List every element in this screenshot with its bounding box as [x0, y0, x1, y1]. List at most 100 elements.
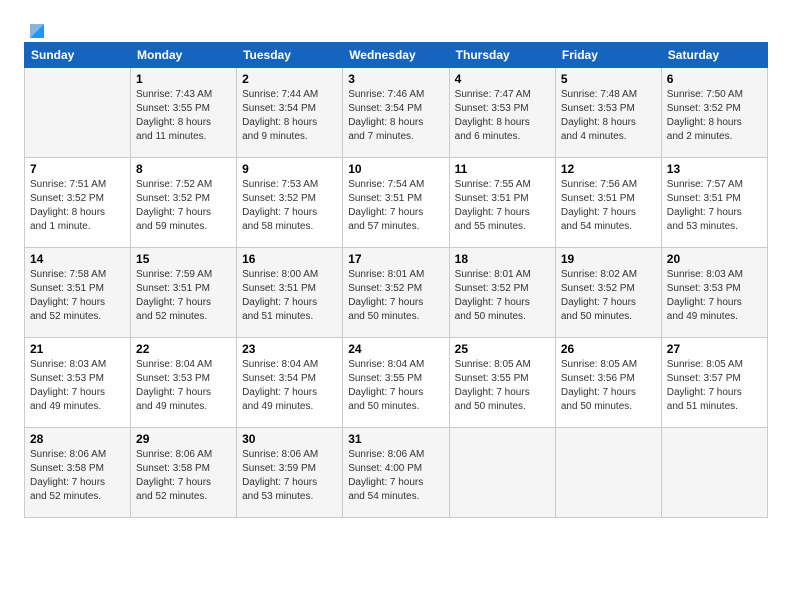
- day-info: Sunrise: 8:06 AM Sunset: 4:00 PM Dayligh…: [348, 448, 443, 504]
- day-cell: 26 Sunrise: 8:05 AM Sunset: 3:56 PM Dayli…: [555, 338, 661, 428]
- day-cell: 27Sunrise: 8:05 AM Sunset: 3:57 PM Dayli…: [661, 338, 767, 428]
- day-info: Sunrise: 7:48 AM Sunset: 3:53 PM Dayligh…: [561, 88, 656, 144]
- day-info: Sunrise: 7:51 AM Sunset: 3:52 PM Dayligh…: [30, 178, 125, 234]
- day-cell: 12Sunrise: 7:56 AM Sunset: 3:51 PM Dayli…: [555, 158, 661, 248]
- day-cell: 16 Sunrise: 8:00 AM Sunset: 3:51 PM Dayli…: [237, 248, 343, 338]
- day-number: 29: [136, 432, 231, 446]
- day-number: 18: [455, 252, 550, 266]
- day-number: 4: [455, 72, 550, 86]
- day-cell: [555, 428, 661, 518]
- day-info: Sunrise: 8:05 AM Sunset: 3:56 PM Dayligh…: [561, 358, 656, 414]
- day-info: Sunrise: 8:00 AM Sunset: 3:51 PM Dayligh…: [242, 268, 337, 324]
- day-number: 24: [348, 342, 443, 356]
- day-cell: 5 Sunrise: 7:48 AM Sunset: 3:53 PM Daylig…: [555, 68, 661, 158]
- day-number: 22: [136, 342, 231, 356]
- header-thursday: Thursday: [449, 43, 555, 68]
- day-number: 26: [561, 342, 656, 356]
- day-number: 10: [348, 162, 443, 176]
- day-cell: 13Sunrise: 7:57 AM Sunset: 3:51 PM Dayli…: [661, 158, 767, 248]
- day-number: 21: [30, 342, 125, 356]
- day-cell: 14Sunrise: 7:58 AM Sunset: 3:51 PM Dayli…: [25, 248, 131, 338]
- week-row-3: 14Sunrise: 7:58 AM Sunset: 3:51 PM Dayli…: [25, 248, 768, 338]
- day-info: Sunrise: 8:06 AM Sunset: 3:59 PM Dayligh…: [242, 448, 337, 504]
- day-cell: 3Sunrise: 7:46 AM Sunset: 3:54 PM Daylig…: [343, 68, 449, 158]
- day-number: 23: [242, 342, 337, 356]
- day-info: Sunrise: 7:44 AM Sunset: 3:54 PM Dayligh…: [242, 88, 337, 144]
- day-cell: 4 Sunrise: 7:47 AM Sunset: 3:53 PM Daylig…: [449, 68, 555, 158]
- day-cell: 8Sunrise: 7:52 AM Sunset: 3:52 PM Daylig…: [131, 158, 237, 248]
- day-info: Sunrise: 7:54 AM Sunset: 3:51 PM Dayligh…: [348, 178, 443, 234]
- day-cell: 20 Sunrise: 8:03 AM Sunset: 3:53 PM Dayli…: [661, 248, 767, 338]
- day-info: Sunrise: 8:06 AM Sunset: 3:58 PM Dayligh…: [30, 448, 125, 504]
- day-info: Sunrise: 7:59 AM Sunset: 3:51 PM Dayligh…: [136, 268, 231, 324]
- day-cell: 21 Sunrise: 8:03 AM Sunset: 3:53 PM Dayli…: [25, 338, 131, 428]
- day-number: 9: [242, 162, 337, 176]
- day-cell: 29 Sunrise: 8:06 AM Sunset: 3:58 PM Dayli…: [131, 428, 237, 518]
- logo-icon: [26, 20, 48, 38]
- week-row-5: 28 Sunrise: 8:06 AM Sunset: 3:58 PM Dayli…: [25, 428, 768, 518]
- day-cell: 17 Sunrise: 8:01 AM Sunset: 3:52 PM Dayli…: [343, 248, 449, 338]
- day-info: Sunrise: 8:04 AM Sunset: 3:55 PM Dayligh…: [348, 358, 443, 414]
- day-cell: 2Sunrise: 7:44 AM Sunset: 3:54 PM Daylig…: [237, 68, 343, 158]
- day-info: Sunrise: 7:47 AM Sunset: 3:53 PM Dayligh…: [455, 88, 550, 144]
- day-info: Sunrise: 8:03 AM Sunset: 3:53 PM Dayligh…: [30, 358, 125, 414]
- day-info: Sunrise: 7:46 AM Sunset: 3:54 PM Dayligh…: [348, 88, 443, 144]
- header-saturday: Saturday: [661, 43, 767, 68]
- day-cell: 10 Sunrise: 7:54 AM Sunset: 3:51 PM Dayli…: [343, 158, 449, 248]
- day-number: 7: [30, 162, 125, 176]
- day-number: 31: [348, 432, 443, 446]
- day-number: 1: [136, 72, 231, 86]
- day-cell: 24 Sunrise: 8:04 AM Sunset: 3:55 PM Dayli…: [343, 338, 449, 428]
- day-cell: 31 Sunrise: 8:06 AM Sunset: 4:00 PM Dayli…: [343, 428, 449, 518]
- day-info: Sunrise: 8:06 AM Sunset: 3:58 PM Dayligh…: [136, 448, 231, 504]
- day-number: 19: [561, 252, 656, 266]
- day-number: 16: [242, 252, 337, 266]
- day-number: 12: [561, 162, 656, 176]
- page-header: [24, 20, 768, 34]
- day-cell: 11Sunrise: 7:55 AM Sunset: 3:51 PM Dayli…: [449, 158, 555, 248]
- day-info: Sunrise: 8:05 AM Sunset: 3:57 PM Dayligh…: [667, 358, 762, 414]
- header-monday: Monday: [131, 43, 237, 68]
- day-info: Sunrise: 8:01 AM Sunset: 3:52 PM Dayligh…: [348, 268, 443, 324]
- day-number: 15: [136, 252, 231, 266]
- logo: [24, 20, 48, 34]
- day-info: Sunrise: 7:57 AM Sunset: 3:51 PM Dayligh…: [667, 178, 762, 234]
- day-number: 20: [667, 252, 762, 266]
- day-info: Sunrise: 7:50 AM Sunset: 3:52 PM Dayligh…: [667, 88, 762, 144]
- header-tuesday: Tuesday: [237, 43, 343, 68]
- day-cell: 28 Sunrise: 8:06 AM Sunset: 3:58 PM Dayli…: [25, 428, 131, 518]
- day-info: Sunrise: 8:04 AM Sunset: 3:53 PM Dayligh…: [136, 358, 231, 414]
- day-cell: 22 Sunrise: 8:04 AM Sunset: 3:53 PM Dayli…: [131, 338, 237, 428]
- day-cell: 15 Sunrise: 7:59 AM Sunset: 3:51 PM Dayli…: [131, 248, 237, 338]
- calendar-header-row: SundayMondayTuesdayWednesdayThursdayFrid…: [25, 43, 768, 68]
- day-number: 17: [348, 252, 443, 266]
- day-cell: 25Sunrise: 8:05 AM Sunset: 3:55 PM Dayli…: [449, 338, 555, 428]
- day-info: Sunrise: 8:01 AM Sunset: 3:52 PM Dayligh…: [455, 268, 550, 324]
- day-cell: 30Sunrise: 8:06 AM Sunset: 3:59 PM Dayli…: [237, 428, 343, 518]
- day-number: 5: [561, 72, 656, 86]
- header-friday: Friday: [555, 43, 661, 68]
- day-cell: 6 Sunrise: 7:50 AM Sunset: 3:52 PM Daylig…: [661, 68, 767, 158]
- header-wednesday: Wednesday: [343, 43, 449, 68]
- day-cell: [661, 428, 767, 518]
- header-sunday: Sunday: [25, 43, 131, 68]
- day-cell: 1Sunrise: 7:43 AM Sunset: 3:55 PM Daylig…: [131, 68, 237, 158]
- day-cell: 18 Sunrise: 8:01 AM Sunset: 3:52 PM Dayli…: [449, 248, 555, 338]
- day-cell: 9Sunrise: 7:53 AM Sunset: 3:52 PM Daylig…: [237, 158, 343, 248]
- calendar-table: SundayMondayTuesdayWednesdayThursdayFrid…: [24, 42, 768, 518]
- day-number: 14: [30, 252, 125, 266]
- day-info: Sunrise: 8:02 AM Sunset: 3:52 PM Dayligh…: [561, 268, 656, 324]
- week-row-2: 7 Sunrise: 7:51 AM Sunset: 3:52 PM Daylig…: [25, 158, 768, 248]
- day-info: Sunrise: 8:04 AM Sunset: 3:54 PM Dayligh…: [242, 358, 337, 414]
- day-cell: 19 Sunrise: 8:02 AM Sunset: 3:52 PM Dayli…: [555, 248, 661, 338]
- week-row-1: 1Sunrise: 7:43 AM Sunset: 3:55 PM Daylig…: [25, 68, 768, 158]
- day-cell: 7 Sunrise: 7:51 AM Sunset: 3:52 PM Daylig…: [25, 158, 131, 248]
- day-cell: [449, 428, 555, 518]
- day-number: 28: [30, 432, 125, 446]
- day-number: 25: [455, 342, 550, 356]
- day-info: Sunrise: 8:03 AM Sunset: 3:53 PM Dayligh…: [667, 268, 762, 324]
- day-cell: [25, 68, 131, 158]
- day-cell: 23 Sunrise: 8:04 AM Sunset: 3:54 PM Dayli…: [237, 338, 343, 428]
- day-number: 6: [667, 72, 762, 86]
- day-info: Sunrise: 7:52 AM Sunset: 3:52 PM Dayligh…: [136, 178, 231, 234]
